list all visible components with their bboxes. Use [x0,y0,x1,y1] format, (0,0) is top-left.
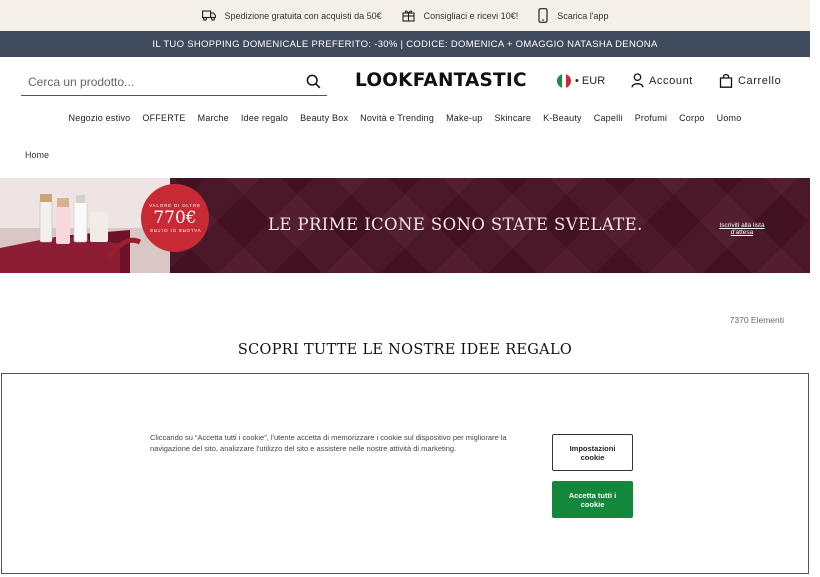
nav-item-marche[interactable]: Marche [198,113,229,123]
referral-perk[interactable]: Consigliaci e ricevi 10€! [402,9,519,22]
cookie-settings-button[interactable]: Impostazioni cookie [552,434,633,471]
app-download-label: Scarica l'app [557,10,609,21]
nav-item-negozio-estivo[interactable]: Negozio estivo [69,113,131,123]
hero-banner[interactable]: LE PRIME ICONE SONO STATE SVELATE. Iscri… [0,178,810,273]
nav-item-capelli[interactable]: Capelli [594,113,623,123]
phone-icon [538,8,548,23]
nav-item-k-beauty[interactable]: K-Beauty [543,113,582,123]
site-logo[interactable]: LOOKFANTASTIC [355,70,527,91]
free-shipping-label: Spedizione gratuita con acquisti da 50€ [224,10,382,21]
nav-item-corpo[interactable]: Corpo [679,113,705,123]
cookie-consent-text: Cliccando su “Accetta tutti i cookie”, l… [150,433,507,453]
app-download-perk[interactable]: Scarica l'app [538,8,608,23]
badge-amount: 770€ [153,208,197,228]
accept-all-cookies-button[interactable]: Accetta tutti i cookie [552,481,633,518]
waitlist-link[interactable]: Iscriviti alla lista d'attesa [712,222,772,236]
badge-bottom-text: VALORE DI OLTRE [149,228,201,233]
shopping-bag-icon [719,73,733,88]
truck-icon [201,10,216,21]
promo-text: IL TUO SHOPPING DOMENICALE PREFERITO: -3… [152,38,658,50]
nav-item-uomo[interactable]: Uomo [717,113,742,123]
cart-link[interactable]: Carrello [719,73,781,88]
gift-icon [402,10,415,22]
banner-headline: LE PRIME ICONE SONO STATE SVELATE. [268,215,643,234]
account-link[interactable]: Account [631,73,693,88]
currency-selector[interactable]: • EUR [557,74,605,88]
value-badge: VALORE DI OLTRE 770€ VALORE DI OLTRE [141,184,209,252]
promo-banner[interactable]: IL TUO SHOPPING DOMENICALE PREFERITO: -3… [0,31,810,57]
italy-flag-icon [557,74,571,88]
user-icon [631,73,644,88]
free-shipping-perk[interactable]: Spedizione gratuita con acquisti da 50€ [201,10,382,21]
nav-item-idee-regalo[interactable]: Idee regalo [241,113,288,123]
referral-label: Consigliaci e ricevi 10€! [423,10,519,21]
nav-item-offerte[interactable]: OFFERTE [142,113,185,123]
nav-item-profumi[interactable]: Profumi [635,113,667,123]
page-title: SCOPRI TUTTE LE NOSTRE IDEE REGALO [237,342,573,358]
nav-item-beauty-box[interactable]: Beauty Box [300,113,348,123]
main-nav: Negozio estivo OFFERTE Marche Idee regal… [0,113,810,123]
nav-item-skincare[interactable]: Skincare [495,113,532,123]
search-icon[interactable] [306,74,321,89]
item-count: 7370 Elementi [729,315,784,325]
nav-item-novita-trending[interactable]: Novità e Trending [360,113,434,123]
breadcrumb: Home [25,150,49,160]
account-label: Account [649,74,693,87]
currency-label: • EUR [575,75,606,87]
search-input[interactable] [21,74,291,89]
search-bar [21,68,327,96]
cookie-consent-dialog: Cliccando su “Accetta tutti i cookie”, l… [1,373,809,574]
cart-label: Carrello [738,74,782,87]
nav-item-make-up[interactable]: Make-up [446,113,482,123]
perks-bar: Spedizione gratuita con acquisti da 50€ … [0,0,810,31]
breadcrumb-home[interactable]: Home [25,150,49,160]
